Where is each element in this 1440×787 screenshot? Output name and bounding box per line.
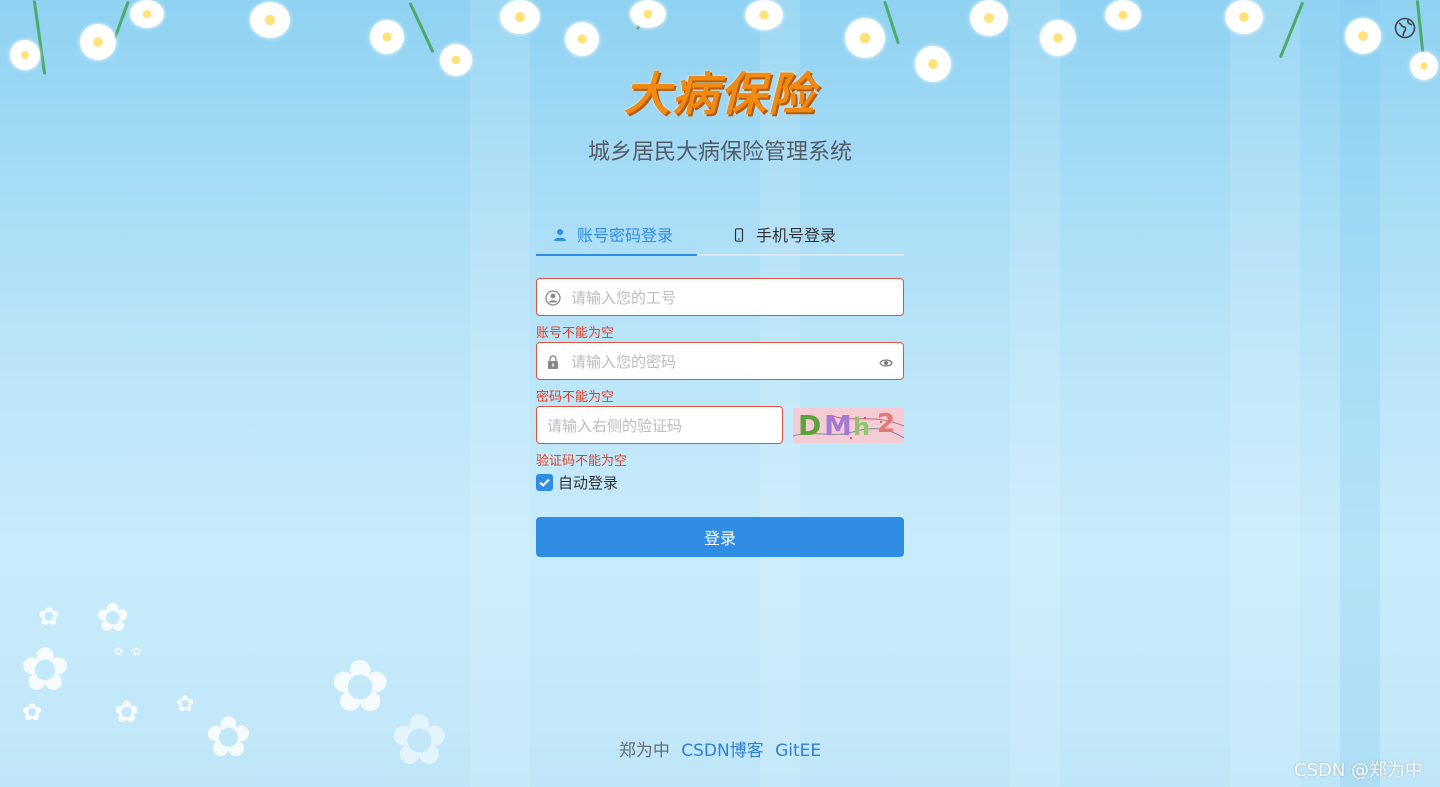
eye-icon[interactable] (879, 355, 893, 369)
petal-decoration: ✿ (330, 644, 391, 728)
mobile-icon (732, 227, 746, 242)
username-field (536, 278, 904, 317)
globe-icon[interactable] (1394, 17, 1416, 39)
login-tabs: 账号密码登录 手机号登录 (536, 206, 904, 256)
checkbox-checked-icon[interactable] (536, 474, 553, 491)
petal-decoration: ✿ (96, 595, 130, 641)
captcha-field (536, 406, 783, 445)
user-icon (553, 227, 567, 241)
petal-decoration: ✿ (205, 705, 252, 770)
captcha-char: 2 (877, 409, 896, 439)
password-field (536, 342, 904, 381)
footer: 郑为中 CSDN博客 GitEE (500, 736, 940, 761)
lock-icon (545, 354, 561, 370)
petal-decoration: ✿ (114, 695, 140, 730)
captcha-error: 验证码不能为空 (536, 454, 628, 469)
captcha-image[interactable]: D M h 2 (793, 408, 904, 443)
background-stripe (470, 0, 530, 787)
captcha-char: h (853, 413, 871, 441)
login-button[interactable]: 登录 (536, 517, 904, 557)
active-tab-indicator (536, 254, 697, 256)
auto-login-checkbox[interactable]: 自动登录 (536, 472, 618, 493)
user-circle-icon (545, 290, 561, 306)
petal-decoration: ✿ (22, 698, 43, 726)
app-logo: 大病保险 (624, 67, 816, 121)
petal-decoration: ✿ (20, 635, 71, 705)
background-stripe (1230, 0, 1300, 787)
background-stripe (1010, 0, 1060, 787)
watermark: CSDN @郑为中 (1294, 760, 1424, 781)
tab-account-password[interactable]: 账号密码登录 (553, 216, 673, 252)
tab-label: 账号密码登录 (577, 226, 674, 245)
username-input[interactable] (569, 279, 893, 317)
csdn-blog-link[interactable]: CSDN博客 (681, 741, 763, 761)
petal-decoration: ✿ (390, 699, 449, 781)
petal-decoration: ✿ (132, 645, 142, 658)
captcha-input[interactable] (545, 407, 779, 445)
captcha-char: D (798, 409, 822, 442)
footer-author: 郑为中 (618, 741, 670, 761)
page-subtitle: 城乡居民大病保险管理系统 (587, 140, 852, 165)
tab-label: 手机号登录 (756, 226, 837, 245)
auto-login-label: 自动登录 (558, 474, 619, 492)
petal-decoration: ✿ (176, 692, 195, 717)
password-error: 密码不能为空 (536, 390, 615, 405)
username-error: 账号不能为空 (536, 326, 615, 341)
background-stripe (1340, 0, 1380, 787)
gitee-link[interactable]: GitEE (775, 741, 821, 761)
tab-mobile[interactable]: 手机号登录 (732, 216, 836, 252)
captcha-char: M (824, 409, 852, 442)
petal-decoration: ✿ (114, 645, 124, 658)
password-input[interactable] (569, 343, 873, 381)
petal-decoration: ✿ (38, 602, 60, 632)
login-page: ✿ ✿ ✿ ✿ ✿ ✿ ✿ ✿ ✿ ✿ ✿ 大病保险 城乡居民大病保险管理系统 … (0, 0, 1440, 787)
